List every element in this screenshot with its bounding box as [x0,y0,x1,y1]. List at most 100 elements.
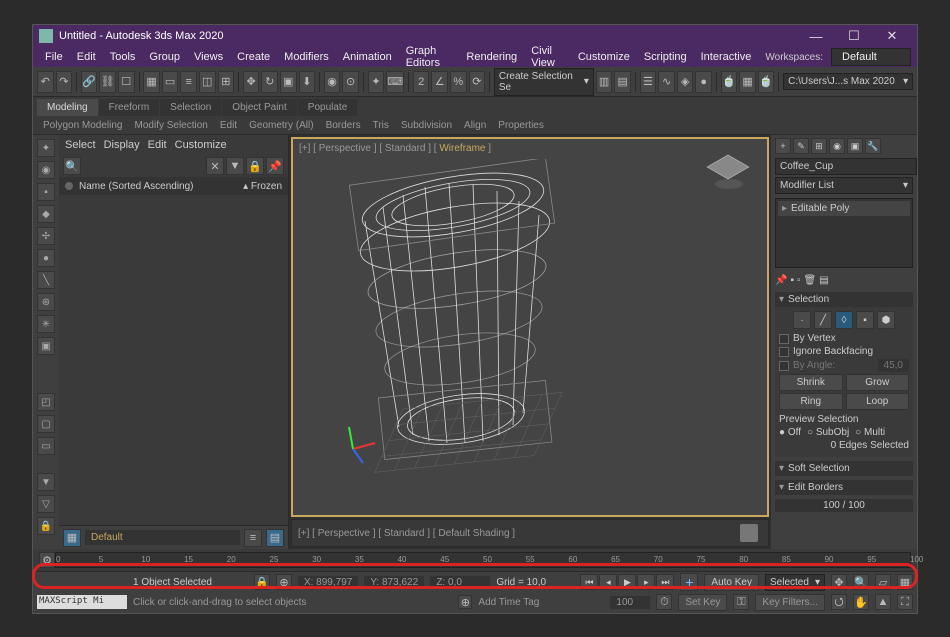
subobj-vertex-icon[interactable]: · [793,311,811,329]
workspace-dropdown[interactable]: Default [831,48,911,66]
panel-borders[interactable]: Borders [320,118,367,133]
ribbon-tab-freeform[interactable]: Freeform [99,99,160,116]
ribbon-tab-populate[interactable]: Populate [298,99,357,116]
viewcube-mini[interactable] [740,524,758,542]
ribbon-tab-selection[interactable]: Selection [160,99,221,116]
panel-subdivision[interactable]: Subdivision [395,118,458,133]
align-button[interactable]: ▤ [614,71,631,93]
grow-button[interactable]: Grow [846,374,910,391]
snap-angle-button[interactable]: ∠ [431,71,448,93]
se-lock-icon[interactable]: 🔒 [246,157,264,175]
preview-off-radio[interactable]: Off [779,427,801,438]
layer-explorer-button[interactable]: ☰ [640,71,657,93]
key-filter-dropdown[interactable]: Selected▾ [765,574,825,591]
ribbon-tab-object-paint[interactable]: Object Paint [222,99,296,116]
rollout-selection-header[interactable]: Selection [775,292,913,307]
se-menu-customize[interactable]: Customize [175,139,227,151]
mirror-button[interactable]: ▥ [596,71,613,93]
close-button[interactable]: ✕ [873,25,911,47]
isolate-icon[interactable]: ⊕ [276,574,292,590]
se-menu-display[interactable]: Display [104,139,140,151]
nav-fov-icon[interactable]: ▱ [875,574,891,590]
lock-icon[interactable]: 🔒 [37,517,55,535]
bind-button[interactable]: ☐ [118,71,135,93]
panel-edit[interactable]: Edit [214,118,243,133]
menu-rendering[interactable]: Rendering [460,49,523,65]
rollout-edit-borders-header[interactable]: Edit Borders [775,480,913,495]
nav-max-icon[interactable]: ⛶ [897,594,913,610]
tab-modify-icon[interactable]: ✎ [793,138,809,154]
pin-stack-icon[interactable]: 📌 [775,275,787,286]
menu-customize[interactable]: Customize [572,49,636,65]
subobj-edge-icon[interactable]: ╱ [814,311,832,329]
scale-button[interactable]: ▣ [280,71,297,93]
prev-frame-button[interactable]: ◂ [599,574,617,590]
window-crossing-button[interactable]: ⊞ [218,71,235,93]
se-filter-icon[interactable]: ▼ [226,157,244,175]
manipulate-button[interactable]: ✦ [368,71,385,93]
menu-create[interactable]: Create [231,49,276,65]
ref-coord-button[interactable]: ◉ [324,71,341,93]
subobj-polygon-icon[interactable]: ▪ [856,311,874,329]
angle-spinner[interactable]: 45,0 [878,359,909,372]
coord-z[interactable]: Z: 0,0 [430,576,490,589]
auto-key-button[interactable]: Auto Key [704,574,759,591]
snap-percent-button[interactable]: % [450,71,467,93]
se-close-icon[interactable]: ✕ [206,157,224,175]
key-filters-button[interactable]: Key Filters... [755,594,825,611]
menu-group[interactable]: Group [143,49,186,65]
timeline-config-icon[interactable]: ⚙ [39,552,55,568]
hide-icon[interactable]: ▭ [37,437,55,455]
timeline[interactable]: ⚙ 05101520253035404550556065707580859095… [33,549,917,571]
tab-create-icon[interactable]: + [775,138,791,154]
select-region-button[interactable]: ◫ [199,71,216,93]
key-mode-icon[interactable]: ⚿ [733,594,749,610]
nav-walk-icon[interactable]: ▲ [875,594,891,610]
set-key-button[interactable]: Set Key [678,594,727,611]
helper-icon[interactable]: ✢ [37,227,55,245]
material-editor-button[interactable]: ● [695,71,712,93]
goto-end-button[interactable]: ⏭ [656,574,674,590]
maxscript-listener[interactable]: MAXScript Mi [37,595,127,609]
remove-mod-icon[interactable]: 🗑 [804,275,817,286]
ribbon-tab-modeling[interactable]: Modeling [37,99,98,116]
shrink-button[interactable]: Shrink [779,374,843,391]
layer-props-icon[interactable]: ≡ [244,529,262,547]
se-column-header[interactable]: Name (Sorted Ascending) ▴ Frozen [59,177,288,195]
coord-y[interactable]: Y: 873,622 [364,576,424,589]
panel-polygon-modeling[interactable]: Polygon Modeling [37,118,129,133]
next-frame-button[interactable]: ▸ [637,574,655,590]
hierarchy-icon[interactable]: ◉ [37,161,55,179]
spinner-snap-button[interactable]: ⟳ [469,71,486,93]
schematic-view-button[interactable]: ◈ [677,71,694,93]
coord-x[interactable]: X: 899,797 [298,576,358,589]
viewport-perspective[interactable]: [+] [ Perspective ] [ Standard ] [ Wiref… [291,137,769,517]
unlink-button[interactable]: ⛓ [99,71,116,93]
freeze-icon[interactable]: ▢ [37,415,55,433]
nav-zoom-icon[interactable]: 🔍 [853,574,869,590]
modifier-stack[interactable]: Editable Poly [775,198,913,268]
loop-button[interactable]: Loop [846,393,910,410]
se-search-icon[interactable]: 🔍 [63,157,81,175]
tab-utilities-icon[interactable]: 🔧 [865,138,881,154]
project-path-dropdown[interactable]: C:\Users\J...s Max 2020▾ [783,73,913,90]
unique-icon[interactable]: ▫ [797,275,801,286]
nav-pan-icon[interactable]: ✥ [831,574,847,590]
ignore-backfacing-checkbox[interactable] [779,347,789,357]
maximize-button[interactable]: ☐ [835,25,873,47]
modifier-list-dropdown[interactable]: Modifier List▾ [775,177,913,194]
render-frame-button[interactable]: ▦ [739,71,756,93]
panel-properties[interactable]: Properties [492,118,550,133]
goto-start-button[interactable]: ⏮ [580,574,598,590]
menu-scripting[interactable]: Scripting [638,49,693,65]
camera-icon[interactable]: ▪ [37,183,55,201]
modifier-item[interactable]: Editable Poly [778,201,910,216]
menu-views[interactable]: Views [188,49,229,65]
menu-file[interactable]: File [39,49,69,65]
preview-multi-radio[interactable]: Multi [855,427,885,438]
by-vertex-checkbox[interactable] [779,334,789,344]
create-icon[interactable]: ✦ [37,139,55,157]
keyboard-shortcut-button[interactable]: ⌨ [386,71,404,93]
viewport-secondary[interactable]: [+] [ Perspective ] [ Standard ] [ Defau… [291,519,769,547]
menu-edit[interactable]: Edit [71,49,102,65]
